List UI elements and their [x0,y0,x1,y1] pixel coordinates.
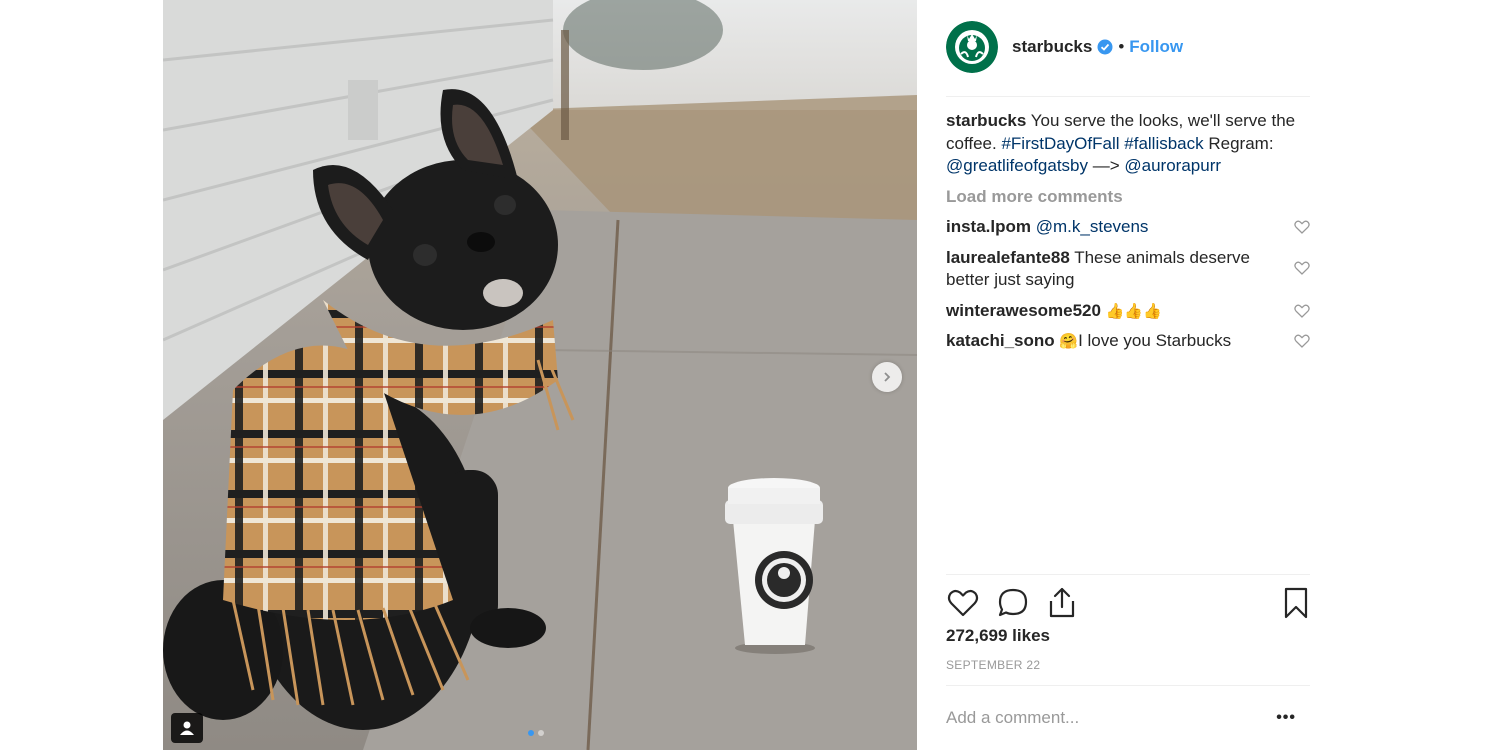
hugging-face-emoji: 🤗 [1059,332,1079,350]
comment-text: I love you Starbucks [1078,331,1232,350]
comment-like-icon[interactable] [1294,219,1310,235]
photo-illustration [163,0,917,750]
post-caption: starbucks You serve the looks, we'll ser… [946,110,1301,178]
hashtag-link[interactable]: #FirstDayOfFall [1001,134,1119,153]
tagged-users-button[interactable] [171,713,203,743]
post-date: SEPTEMBER 22 [946,658,1041,672]
load-more-comments-button[interactable]: Load more comments [946,186,1310,209]
comment-like-icon[interactable] [1294,303,1310,319]
verified-badge-icon [1097,39,1113,55]
mention-link[interactable]: @greatlifeofgatsby [946,156,1088,175]
comment-like-icon[interactable] [1294,260,1310,276]
caption-arrow: —> [1088,156,1125,175]
comment-username[interactable]: insta.lpom [946,217,1031,236]
hashtag-link[interactable]: #fallisback [1124,134,1203,153]
heart-icon[interactable] [946,586,980,620]
user-tag-icon [180,721,194,735]
mention-link[interactable]: @m.k_stevens [1036,217,1149,236]
post-author-username[interactable]: starbucks [1012,37,1092,57]
carousel-dot-active [528,730,534,736]
header-separator: • [1118,37,1125,56]
bookmark-icon[interactable] [1279,586,1313,620]
regram-label: Regram: [1203,133,1274,153]
post-details-panel: starbucks • Follow starbucks You serve t… [946,0,1310,750]
header-divider [946,96,1310,97]
post-actions-bar [946,586,1310,620]
comment-item: insta.lpom @m.k_stevens [946,216,1310,239]
post-photo [163,0,917,750]
comment-item: laurealefante88 These animals deserve be… [946,247,1310,292]
comment-box-divider [946,685,1310,686]
comment-item: katachi_sono 🤗I love you Starbucks [946,330,1310,353]
comment-username[interactable]: winterawesome520 [946,301,1101,320]
avatar[interactable] [946,21,998,73]
carousel-indicator [528,730,544,736]
caption-username[interactable]: starbucks [946,111,1026,130]
follow-button[interactable]: Follow [1129,37,1183,57]
thumbs-up-emoji: 👍👍👍 [1105,301,1162,320]
comment-like-icon[interactable] [1294,333,1310,349]
add-comment-input[interactable]: Add a comment... [946,708,1079,728]
likes-count[interactable]: 272,699 likes [946,626,1050,646]
comment-bubble-icon[interactable] [996,586,1030,620]
comment-item: winterawesome520 👍👍👍 [946,300,1310,323]
post-header: starbucks • Follow [946,20,1310,74]
actions-divider [946,574,1310,575]
mention-link[interactable]: @aurorapurr [1124,156,1221,175]
comment-username[interactable]: katachi_sono [946,331,1055,350]
carousel-dot [538,730,544,736]
chevron-right-icon [884,372,891,382]
starbucks-logo-icon [946,21,998,73]
comments-section: starbucks You serve the looks, we'll ser… [946,110,1310,353]
next-image-button[interactable] [872,362,902,392]
more-options-button[interactable]: ••• [1276,709,1296,727]
comment-username[interactable]: laurealefante88 [946,248,1070,267]
share-icon[interactable] [1045,586,1079,620]
